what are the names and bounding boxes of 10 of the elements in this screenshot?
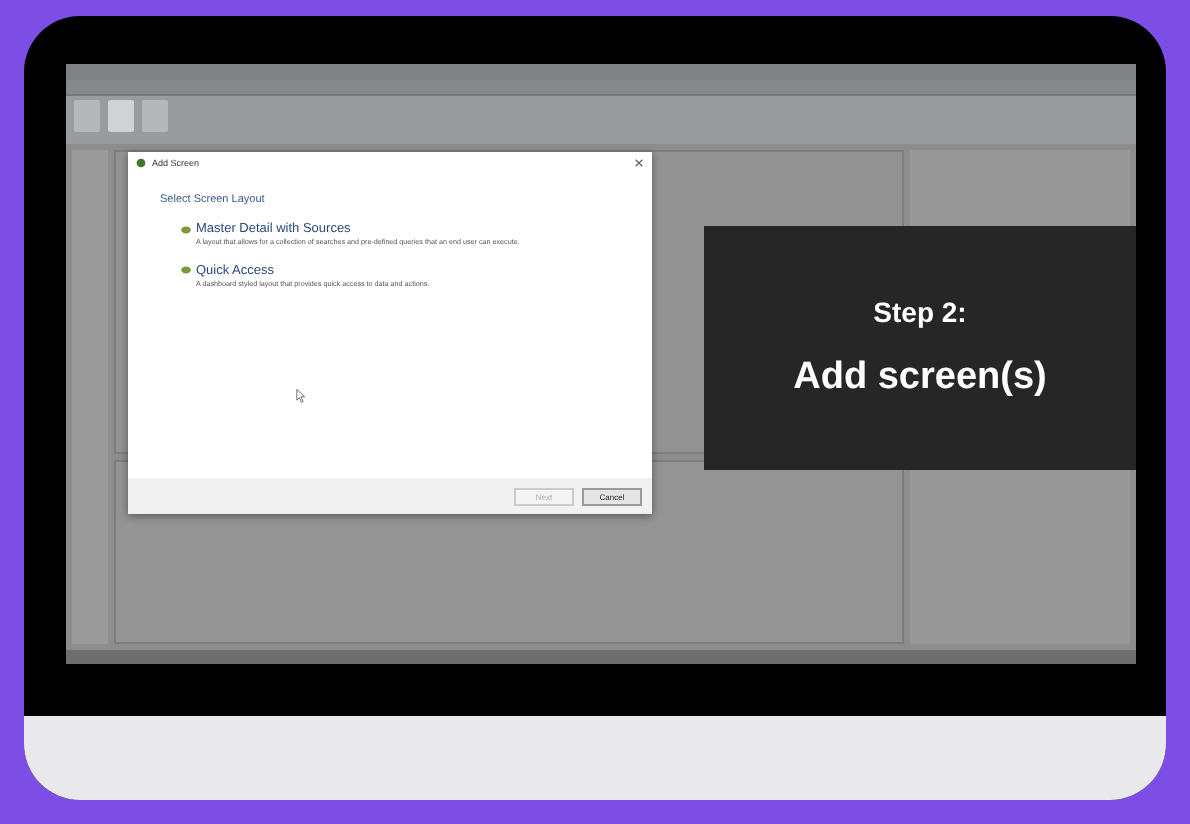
ribbon-icon[interactable] bbox=[108, 100, 134, 132]
ribbon-icon[interactable] bbox=[142, 100, 168, 132]
close-icon[interactable] bbox=[634, 158, 644, 168]
step-label: Step 2: bbox=[873, 296, 967, 328]
ribbon-icon[interactable] bbox=[74, 100, 100, 132]
step-caption: Add screen(s) bbox=[793, 356, 1047, 400]
app-icon bbox=[136, 158, 146, 168]
layout-icon bbox=[180, 266, 192, 275]
layout-icon bbox=[180, 225, 192, 233]
cursor-icon bbox=[296, 388, 306, 404]
